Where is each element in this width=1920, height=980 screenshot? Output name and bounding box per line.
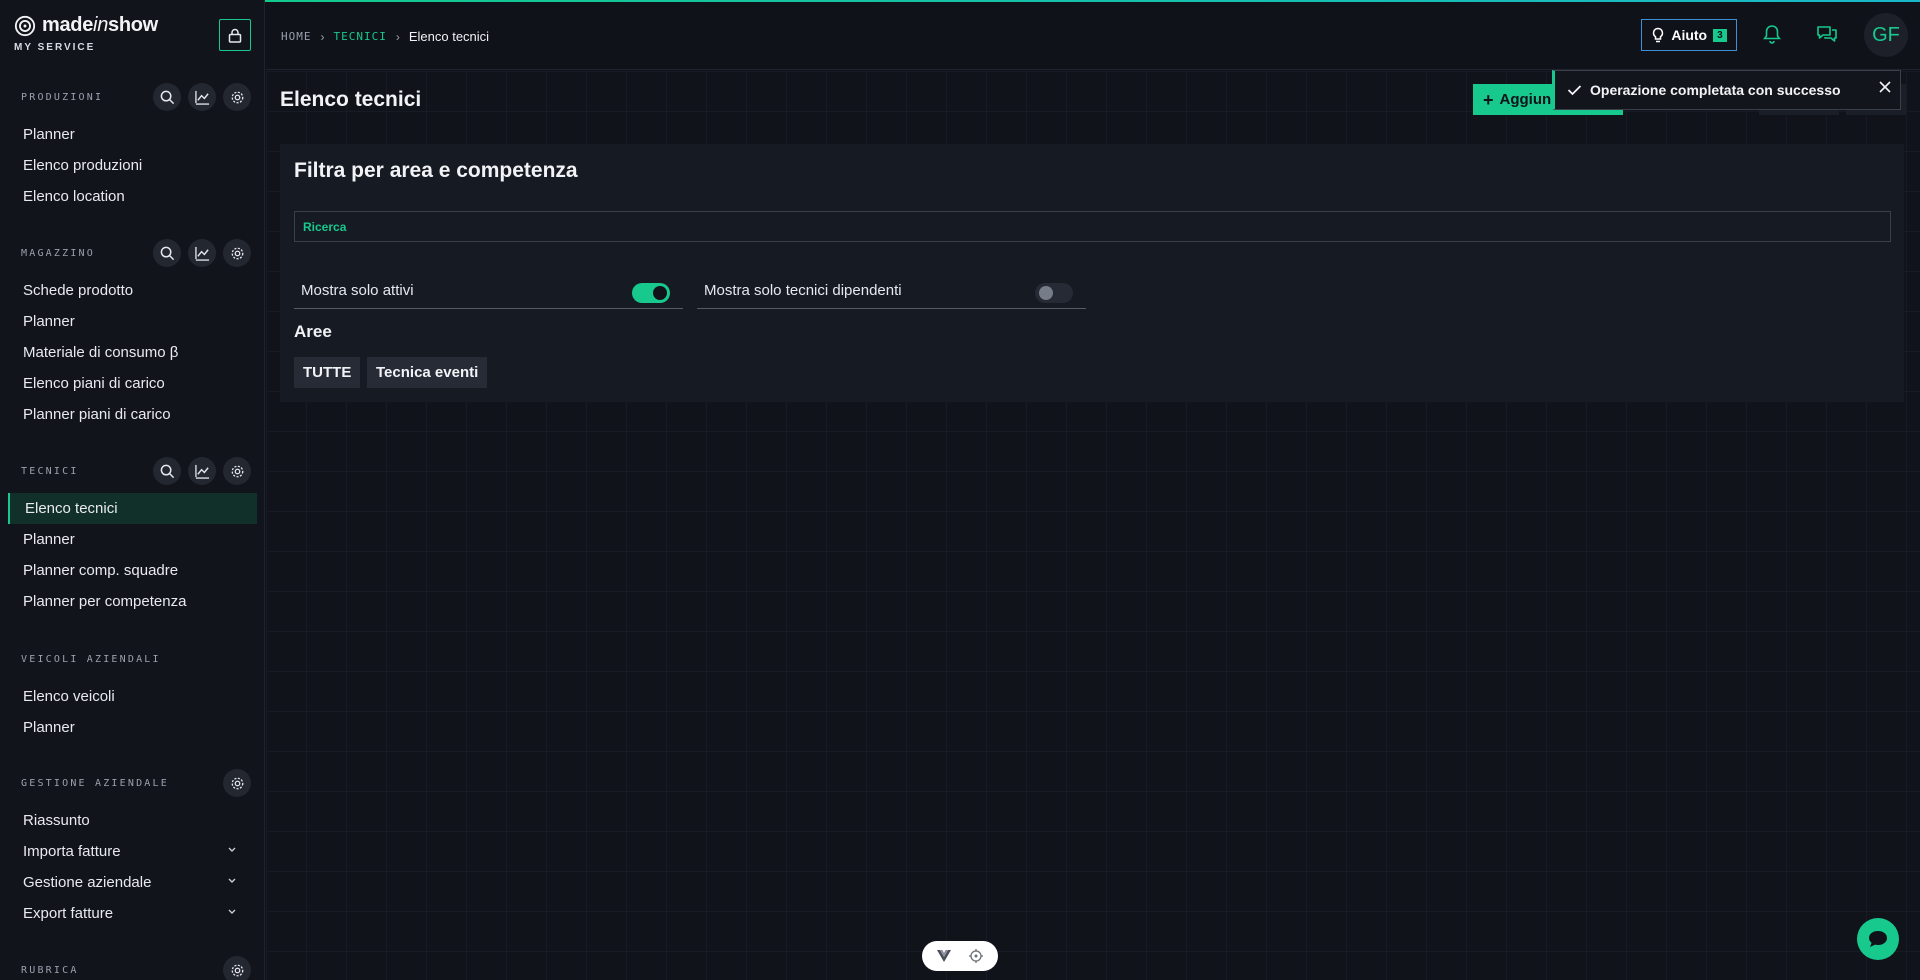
search-input[interactable]: Ricerca [294,211,1891,242]
gear-icon[interactable] [223,83,251,111]
sidebar-item-elenco-piani-carico[interactable]: Elenco piani di carico [0,368,264,399]
areas-title: Aree [294,322,332,341]
search-icon[interactable] [153,457,181,485]
add-button-label: Aggiun [1499,91,1552,108]
sidebar-section-veicoli: VEICOLI AZIENDALI Elenco veicoli Planner [0,641,264,743]
sidebar-section-magazzino: MAGAZZINO Schede prodotto Planner Materi… [0,235,264,430]
sidebar-section-gestione: GESTIONE AZIENDALE Riassunto Importa fat… [0,765,264,929]
sidebar-section-tecnici: TECNICI Elenco tecnici Planner Planner c… [0,453,264,617]
toggle-employees-switch[interactable] [1035,283,1073,303]
target-icon[interactable] [969,949,983,963]
search-input-label: Ricerca [303,219,347,234]
chevron-down-icon [228,909,236,914]
chat-bubbles-icon[interactable] [1816,24,1838,44]
area-chip-tutte[interactable]: TUTTE [294,357,361,388]
chat-bubble-icon [1869,931,1887,947]
area-chip-tecnica-eventi[interactable]: Tecnica eventi [367,357,488,388]
sidebar-item-planner[interactable]: Planner [0,524,264,555]
toast-message: Operazione completata con successo [1590,82,1841,98]
top-header: HOME › TECNICI › Elenco tecnici Aiuto 3 … [266,2,1920,70]
sidebar-item-materiale-consumo[interactable]: Materiale di consumo β [0,337,264,368]
search-icon[interactable] [153,239,181,267]
sidebar-item-label: Gestione aziendale [23,874,152,891]
section-title: GESTIONE AZIENDALE [21,777,169,789]
brand-subtitle: MY SERVICE [14,42,96,53]
sidebar-item-export-fatture[interactable]: Export fatture [0,898,264,929]
gear-icon[interactable] [223,457,251,485]
sidebar-section-produzioni: PRODUZIONI Planner Elenco produzioni Ele… [0,79,264,212]
breadcrumb-home[interactable]: HOME [281,30,312,43]
sidebar-item-planner-piani-carico[interactable]: Planner piani di carico [0,399,264,430]
chart-trend-icon[interactable] [188,239,216,267]
chevron-down-icon [228,878,236,883]
page-title: Elenco tecnici [280,88,422,111]
lock-sidebar-button[interactable] [219,19,251,51]
sidebar-item-planner[interactable]: Planner [0,712,264,743]
main-content: Elenco tecnici + Aggiun Filtra per area … [266,71,1920,980]
sidebar-item-label: Importa fatture [23,843,121,860]
help-button[interactable]: Aiuto 3 [1641,19,1737,51]
toggle-active-switch[interactable] [632,283,670,303]
sidebar-item-elenco-tecnici[interactable]: Elenco tecnici [8,493,257,524]
gear-icon[interactable] [223,769,251,797]
help-bulb-icon [1653,27,1664,42]
brand-logo-icon [14,15,36,36]
sidebar-item-planner[interactable]: Planner [0,119,264,150]
sidebar-item-elenco-location[interactable]: Elenco location [0,181,264,212]
gear-icon[interactable] [223,239,251,267]
sidebar: madeinshow MY SERVICE PRODUZIONI Planner… [0,0,265,980]
toggle-employees-label: Mostra solo tecnici dipendenti [704,282,902,299]
brand-name: madeinshow [42,14,158,36]
sidebar-item-planner-competenza[interactable]: Planner per competenza [0,586,264,617]
help-label: Aiuto [1671,27,1708,43]
toggle-active-label: Mostra solo attivi [301,282,414,299]
plus-icon: + [1483,89,1494,110]
sidebar-item-label: Export fatture [23,905,114,922]
sidebar-item-gestione-aziendale[interactable]: Gestione aziendale [0,867,264,898]
breadcrumb-separator: › [395,29,400,44]
close-icon[interactable] [1878,80,1892,94]
gear-icon[interactable] [223,956,251,980]
bell-icon[interactable] [1763,24,1781,44]
section-title: PRODUZIONI [21,91,104,103]
filter-panel: Filtra per area e competenza Ricerca Mos… [280,144,1904,402]
chart-trend-icon[interactable] [188,83,216,111]
dev-toolbar [922,941,998,971]
check-icon [1567,85,1582,96]
search-icon[interactable] [153,83,181,111]
breadcrumb-separator: › [320,29,325,44]
sidebar-item-elenco-produzioni[interactable]: Elenco produzioni [0,150,264,181]
section-title: RUBRICA [21,964,79,976]
sidebar-section-rubrica: RUBRICA [0,952,264,980]
sidebar-item-elenco-veicoli[interactable]: Elenco veicoli [0,681,264,712]
section-title: TECNICI [21,465,79,477]
toggle-field-employees: Mostra solo tecnici dipendenti [697,273,1086,309]
success-toast: Operazione completata con successo [1552,70,1901,110]
sidebar-item-planner[interactable]: Planner [0,306,264,337]
chart-trend-icon[interactable] [188,457,216,485]
breadcrumb-section[interactable]: TECNICI [334,30,387,43]
sidebar-item-importa-fatture[interactable]: Importa fatture [0,836,264,867]
section-title: MAGAZZINO [21,247,95,259]
chevron-down-icon [228,847,236,852]
filter-panel-title: Filtra per area e competenza [294,159,578,182]
brand[interactable]: madeinshow MY SERVICE [14,14,158,53]
lock-icon [228,28,242,43]
help-count-badge: 3 [1713,28,1727,42]
vue-logo-icon[interactable] [937,950,951,962]
toggle-field-active: Mostra solo attivi [294,273,683,309]
avatar[interactable]: GF [1864,13,1908,57]
chat-support-button[interactable] [1857,918,1899,960]
sidebar-item-riassunto[interactable]: Riassunto [0,805,264,836]
breadcrumb: HOME › TECNICI › Elenco tecnici [281,29,489,44]
sidebar-item-schede-prodotto[interactable]: Schede prodotto [0,275,264,306]
section-title: VEICOLI AZIENDALI [21,653,161,665]
breadcrumb-current: Elenco tecnici [408,29,490,44]
sidebar-item-planner-comp-squadre[interactable]: Planner comp. squadre [0,555,264,586]
